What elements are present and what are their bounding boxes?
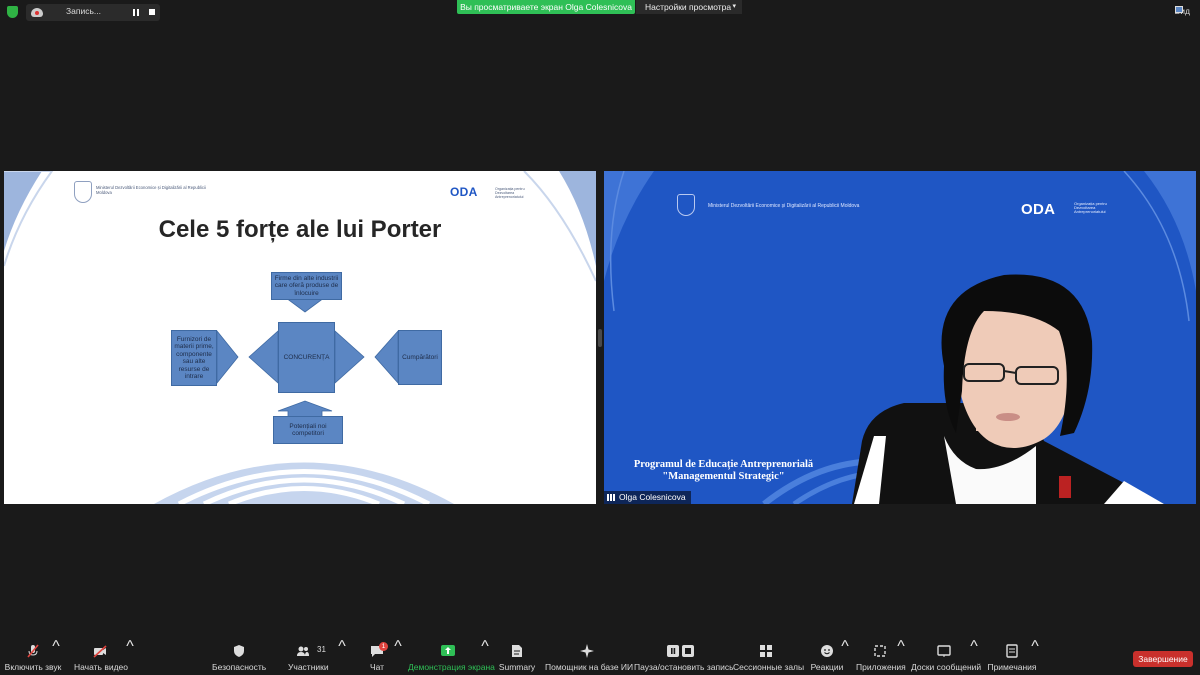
- viewing-banner: Вы просматриваете экран Olga Colesnicova: [457, 0, 635, 14]
- box-competition: CONCURENȚA: [278, 322, 335, 393]
- apps-icon: [874, 645, 886, 657]
- oda-logo: ODA: [1021, 201, 1056, 218]
- arrow-left-center: [248, 330, 279, 384]
- reactions-chevron-icon[interactable]: ^: [841, 638, 849, 675]
- apps-chevron-icon[interactable]: ^: [897, 638, 905, 675]
- box-suppliers: Furnizori de materii prime, componente s…: [171, 330, 217, 386]
- participant-name-tag: Olga Colesnicova: [604, 491, 691, 504]
- shared-screen-slide: Ministerul Dezvoltării Economice și Digi…: [4, 171, 596, 504]
- shield-icon[interactable]: [7, 6, 18, 18]
- start-video-label: Начать видео: [74, 662, 129, 672]
- chat-label: Чат: [369, 662, 385, 672]
- ai-sparkle-icon: [580, 644, 594, 658]
- summary-document-icon: [512, 645, 522, 657]
- meeting-toolbar: Включить звук ^ Начать видео ^ Безопасно…: [0, 638, 1200, 675]
- ai-assistant-button[interactable]: Помощник на базе ИИ: [545, 638, 634, 675]
- reactions-button[interactable]: Реакции: [810, 638, 844, 675]
- pause-recording-icon[interactable]: [133, 9, 139, 16]
- share-chevron-icon[interactable]: ^: [481, 638, 489, 675]
- notes-label: Примечания: [987, 662, 1037, 672]
- program-title: Programul de Educație Antreprenorială "M…: [616, 459, 831, 483]
- participants-label: Участники: [288, 662, 329, 672]
- recording-indicator: Запись...: [26, 4, 160, 21]
- whiteboards-chevron-icon[interactable]: ^: [970, 638, 978, 675]
- arrow-right-left-box: [216, 329, 239, 385]
- participant-video[interactable]: Ministerul Dezvoltării Economice și Digi…: [604, 171, 1196, 504]
- summary-button[interactable]: Summary: [497, 638, 537, 675]
- security-label: Безопасность: [212, 662, 267, 672]
- box-buyers: Cumpărători: [398, 330, 442, 385]
- camera-off-icon: [93, 645, 107, 658]
- moldova-crest-icon: [677, 194, 695, 216]
- program-line-1: Programul de Educație Antreprenorială: [633, 459, 814, 470]
- view-options-button[interactable]: Настройки просмотра ▾: [636, 0, 742, 14]
- breakout-rooms-label: Сессионные залы: [733, 662, 805, 672]
- security-button[interactable]: Безопасность: [212, 638, 266, 675]
- arrow-up: [277, 400, 333, 418]
- panel-resize-handle[interactable]: [598, 329, 602, 347]
- chat-badge: 1: [379, 642, 388, 651]
- participant-name: Olga Colesnicova: [619, 492, 686, 502]
- video-options-chevron-icon[interactable]: ^: [126, 638, 134, 675]
- breakout-rooms-icon: [760, 645, 772, 657]
- whiteboard-icon: [937, 645, 951, 657]
- slide-title: Cele 5 forțe ale lui Porter: [158, 216, 442, 243]
- oda-logo: ODA: [450, 185, 478, 199]
- security-shield-icon: [234, 645, 244, 657]
- breakout-rooms-button[interactable]: Сессионные залы: [733, 638, 805, 675]
- notes-icon: [1006, 644, 1018, 658]
- start-video-button[interactable]: Начать видео: [74, 638, 129, 675]
- ministry-text: Ministerul Dezvoltării Economice și Digi…: [708, 203, 860, 209]
- share-screen-icon: [441, 645, 455, 656]
- participants-button[interactable]: 31 Участники: [288, 638, 329, 675]
- view-mode-button[interactable]: Вид: [1174, 6, 1190, 16]
- reactions-smiley-icon: [821, 645, 833, 657]
- arrow-left-right-box: [374, 329, 399, 385]
- pause-recording-label: Пауза/остановить запись: [634, 662, 734, 672]
- view-options-label: Настройки просмотра: [645, 2, 732, 12]
- chevron-down-icon: ▾: [732, 3, 736, 10]
- program-line-2: "Managementul Strategic": [662, 471, 785, 482]
- video-background: [604, 171, 1196, 504]
- whiteboards-button[interactable]: Доски сообщений: [911, 638, 982, 675]
- pause-recording-button[interactable]: Пауза/остановить запись: [634, 638, 734, 675]
- share-screen-button[interactable]: Демонстрация экрана: [408, 638, 495, 675]
- summary-label: Summary: [498, 662, 536, 672]
- chat-button[interactable]: 1 Чат: [364, 638, 390, 675]
- end-meeting-button[interactable]: Завершение: [1133, 651, 1193, 667]
- ministry-text: Ministerul Dezvoltării Economice și Digi…: [96, 185, 206, 195]
- notes-button[interactable]: Примечания: [987, 638, 1037, 675]
- recording-label: Запись...: [66, 6, 101, 16]
- arrow-right-center: [334, 330, 365, 384]
- box-new-entrants: Potențiali noi competitori: [273, 416, 343, 444]
- whiteboards-label: Доски сообщений: [911, 662, 982, 672]
- stop-recording-icon[interactable]: [149, 9, 155, 15]
- participants-chevron-icon[interactable]: ^: [338, 638, 346, 675]
- oda-subtext: Organizația pentru Dezvoltarea Antrepren…: [1074, 201, 1107, 214]
- pause-stop-recording-icon: [667, 645, 694, 657]
- notes-chevron-icon[interactable]: ^: [1031, 638, 1039, 675]
- cloud-recording-icon: [31, 8, 43, 17]
- chat-chevron-icon[interactable]: ^: [394, 638, 402, 675]
- box-substitutes: Firme din alte industrii care oferă prod…: [271, 272, 342, 300]
- top-bar: Запись... Вы просматриваете экран Olga C…: [0, 0, 1200, 24]
- microphone-muted-icon: [27, 644, 39, 658]
- participants-count: 31: [317, 645, 326, 654]
- oda-subtext: Organizația pentru Dezvoltarea Antrepren…: [495, 187, 525, 199]
- moldova-crest-icon: [74, 181, 92, 203]
- reactions-label: Реакции: [810, 662, 844, 672]
- signal-strength-icon: [607, 494, 616, 501]
- view-grid-icon: [1174, 6, 1183, 13]
- audio-options-chevron-icon[interactable]: ^: [52, 638, 60, 675]
- participants-icon: [297, 646, 309, 656]
- share-screen-label: Демонстрация экрана: [408, 662, 495, 672]
- ai-assistant-label: Помощник на базе ИИ: [545, 662, 634, 672]
